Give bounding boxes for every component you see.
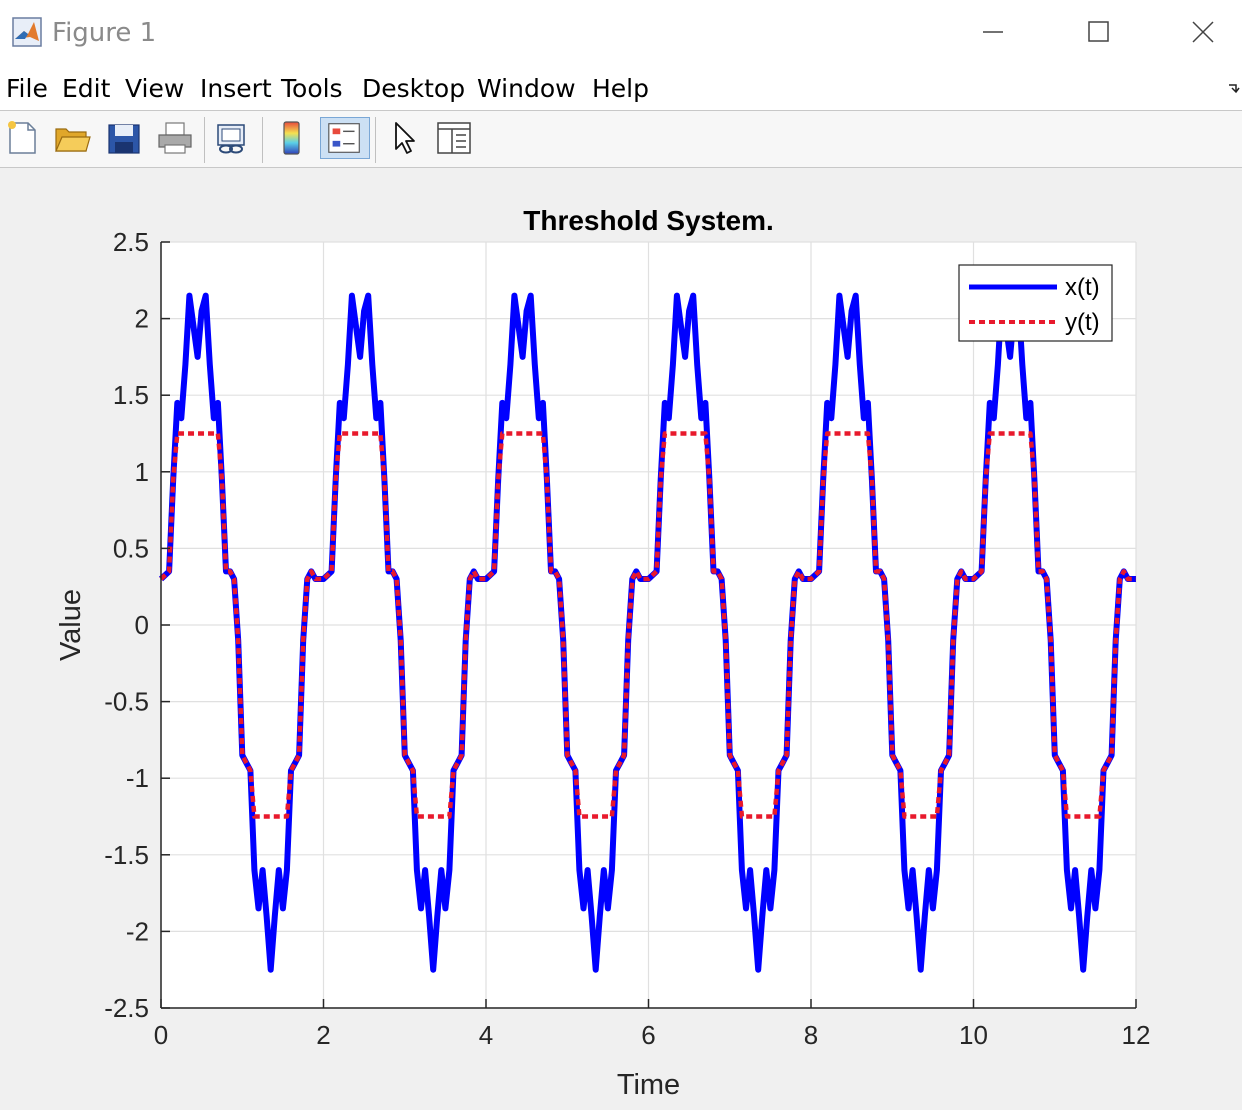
chart-title: Threshold System. [523,205,774,236]
dock-arrow-icon[interactable] [1228,82,1240,96]
toolbar-separator [262,117,263,163]
menu-desktop[interactable]: Desktop [362,74,465,103]
insert-colorbar-icon[interactable] [272,117,312,159]
x-tick-label: 12 [1122,1020,1151,1050]
figure-area: 0 2 4 6 8 10 12 2.5 2 1.5 1 0.5 0 -0.5 -1 -1.5 -2 -2.5 Th… [0,168,1242,1110]
legend-label-x: x(t) [1065,274,1100,301]
y-tick-label: 2.5 [113,227,149,257]
y-tick-label: -1.5 [104,840,149,870]
y-tick-label: 0.5 [113,533,149,563]
edit-plot-icon[interactable] [386,117,426,159]
toolbar-separator [375,117,376,163]
x-axis-label: Time [617,1069,680,1101]
line-chart[interactable]: 0 2 4 6 8 10 12 2.5 2 1.5 1 0.5 0 -0.5 -1 -1.5 -2 -2.5 Th… [0,168,1242,1110]
new-figure-icon[interactable] [2,117,42,159]
toolbar-separator [204,117,205,163]
link-plot-icon[interactable] [212,117,252,159]
x-tick-label: 2 [316,1020,330,1050]
maximize-icon[interactable] [1068,8,1128,56]
minimize-icon[interactable] [963,8,1023,56]
insert-legend-icon[interactable] [320,117,370,159]
save-icon[interactable] [104,117,144,159]
x-tick-label: 8 [804,1020,818,1050]
property-inspector-icon[interactable] [434,117,474,159]
menu-help[interactable]: Help [592,74,649,103]
y-tick-label: -2 [126,916,149,946]
window-titlebar: Figure 1 [0,0,1242,66]
window-title: Figure 1 [52,18,157,48]
x-tick-label: 10 [959,1020,988,1050]
menu-tools[interactable]: Tools [281,74,343,103]
figure-toolbar [0,111,1242,168]
y-tick-label: 1 [135,457,149,487]
print-icon[interactable] [155,117,195,159]
y-tick-label: 0 [135,610,149,640]
menu-bar: File Edit View Insert Tools Desktop Wind… [0,66,1242,111]
menu-insert[interactable]: Insert [200,74,272,103]
close-icon[interactable] [1173,8,1233,56]
x-tick-label: 6 [641,1020,655,1050]
matlab-app-icon [12,17,42,47]
y-tick-label: 2 [135,304,149,334]
open-file-icon[interactable] [52,117,92,159]
y-tick-label: 1.5 [113,380,149,410]
x-tick-label: 0 [154,1020,168,1050]
y-tick-label: -1 [126,763,149,793]
legend[interactable]: x(t) y(t) [958,264,1113,342]
menu-view[interactable]: View [125,74,184,103]
y-axis-label: Value [55,589,87,661]
menu-window[interactable]: Window [477,74,576,103]
legend-label-y: y(t) [1065,309,1100,336]
menu-edit[interactable]: Edit [62,74,110,103]
x-tick-label: 4 [479,1020,493,1050]
y-tick-label: -0.5 [104,687,149,717]
menu-file[interactable]: File [6,74,48,103]
y-tick-label: -2.5 [104,993,149,1023]
